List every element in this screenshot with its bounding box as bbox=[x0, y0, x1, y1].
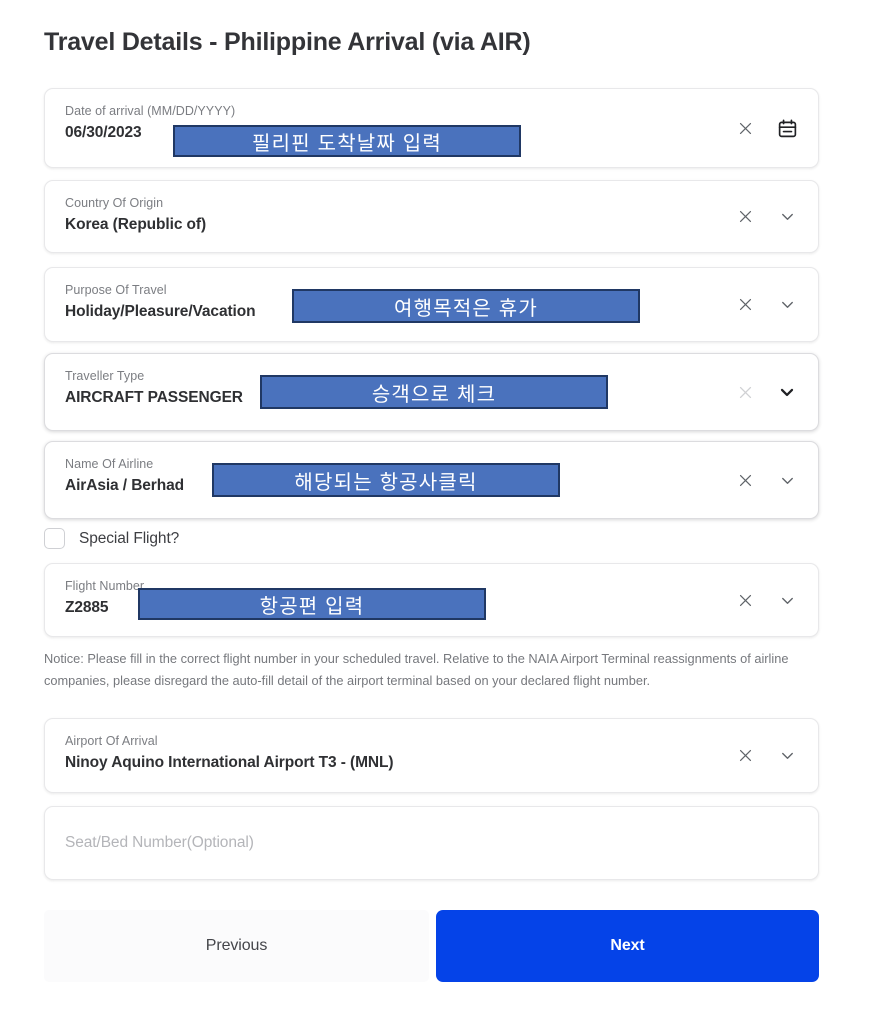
close-icon[interactable] bbox=[734, 381, 756, 403]
close-icon[interactable] bbox=[734, 469, 756, 491]
close-icon[interactable] bbox=[734, 589, 756, 611]
field-airport-of-arrival[interactable]: Airport Of Arrival Ninoy Aquino Internat… bbox=[44, 718, 819, 793]
field-icons bbox=[734, 117, 798, 139]
travel-details-form-page: Travel Details - Philippine Arrival (via… bbox=[0, 0, 869, 1024]
chevron-down-icon[interactable] bbox=[776, 206, 798, 228]
field-content: Seat/Bed Number(Optional) bbox=[45, 807, 818, 879]
field-seat-bed-number[interactable]: Seat/Bed Number(Optional) bbox=[44, 806, 819, 880]
field-icons bbox=[734, 469, 798, 491]
field-icons bbox=[734, 381, 798, 403]
field-country-of-origin[interactable]: Country Of Origin Korea (Republic of) bbox=[44, 180, 819, 253]
annotation-name-of-airline: 해당되는 항공사클릭 bbox=[212, 463, 560, 497]
chevron-down-icon[interactable] bbox=[776, 469, 798, 491]
page-title: Travel Details - Philippine Arrival (via… bbox=[44, 28, 531, 56]
close-icon[interactable] bbox=[734, 294, 756, 316]
seat-bed-number-placeholder: Seat/Bed Number(Optional) bbox=[65, 834, 254, 851]
checkbox-row-special-flight[interactable]: Special Flight? bbox=[44, 528, 179, 549]
field-value-airport-of-arrival: Ninoy Aquino International Airport T3 - … bbox=[65, 754, 394, 771]
calendar-icon[interactable] bbox=[776, 117, 798, 139]
field-icons bbox=[734, 294, 798, 316]
field-content: Country Of Origin Korea (Republic of) bbox=[45, 181, 818, 252]
chevron-down-icon[interactable] bbox=[776, 294, 798, 316]
close-icon[interactable] bbox=[734, 206, 756, 228]
field-icons bbox=[734, 206, 798, 228]
close-icon[interactable] bbox=[734, 117, 756, 139]
annotation-traveller-type: 승객으로 체크 bbox=[260, 375, 608, 409]
special-flight-label: Special Flight? bbox=[79, 529, 180, 547]
field-icons bbox=[734, 589, 798, 611]
special-flight-checkbox[interactable] bbox=[44, 528, 65, 549]
flight-number-notice: Notice: Please fill in the correct fligh… bbox=[44, 651, 789, 688]
field-icons bbox=[734, 745, 798, 767]
next-button[interactable]: Next bbox=[436, 910, 819, 982]
annotation-purpose-of-travel: 여행목적은 휴가 bbox=[292, 289, 640, 323]
close-icon[interactable] bbox=[734, 745, 756, 767]
annotation-date-of-arrival: 필리핀 도착날짜 입력 bbox=[173, 125, 521, 157]
chevron-down-icon[interactable] bbox=[776, 745, 798, 767]
chevron-down-icon[interactable] bbox=[776, 381, 798, 403]
field-label-airport-of-arrival: Airport Of Arrival bbox=[65, 734, 158, 748]
field-content: Airport Of Arrival Ninoy Aquino Internat… bbox=[45, 719, 818, 792]
field-label-date-of-arrival: Date of arrival (MM/DD/YYYY) bbox=[65, 104, 236, 118]
chevron-down-icon[interactable] bbox=[776, 589, 798, 611]
annotation-flight-number: 항공편 입력 bbox=[138, 588, 486, 620]
field-label-country-of-origin: Country Of Origin bbox=[65, 196, 164, 210]
field-value-country-of-origin: Korea (Republic of) bbox=[65, 216, 207, 233]
previous-button[interactable]: Previous bbox=[44, 910, 429, 982]
